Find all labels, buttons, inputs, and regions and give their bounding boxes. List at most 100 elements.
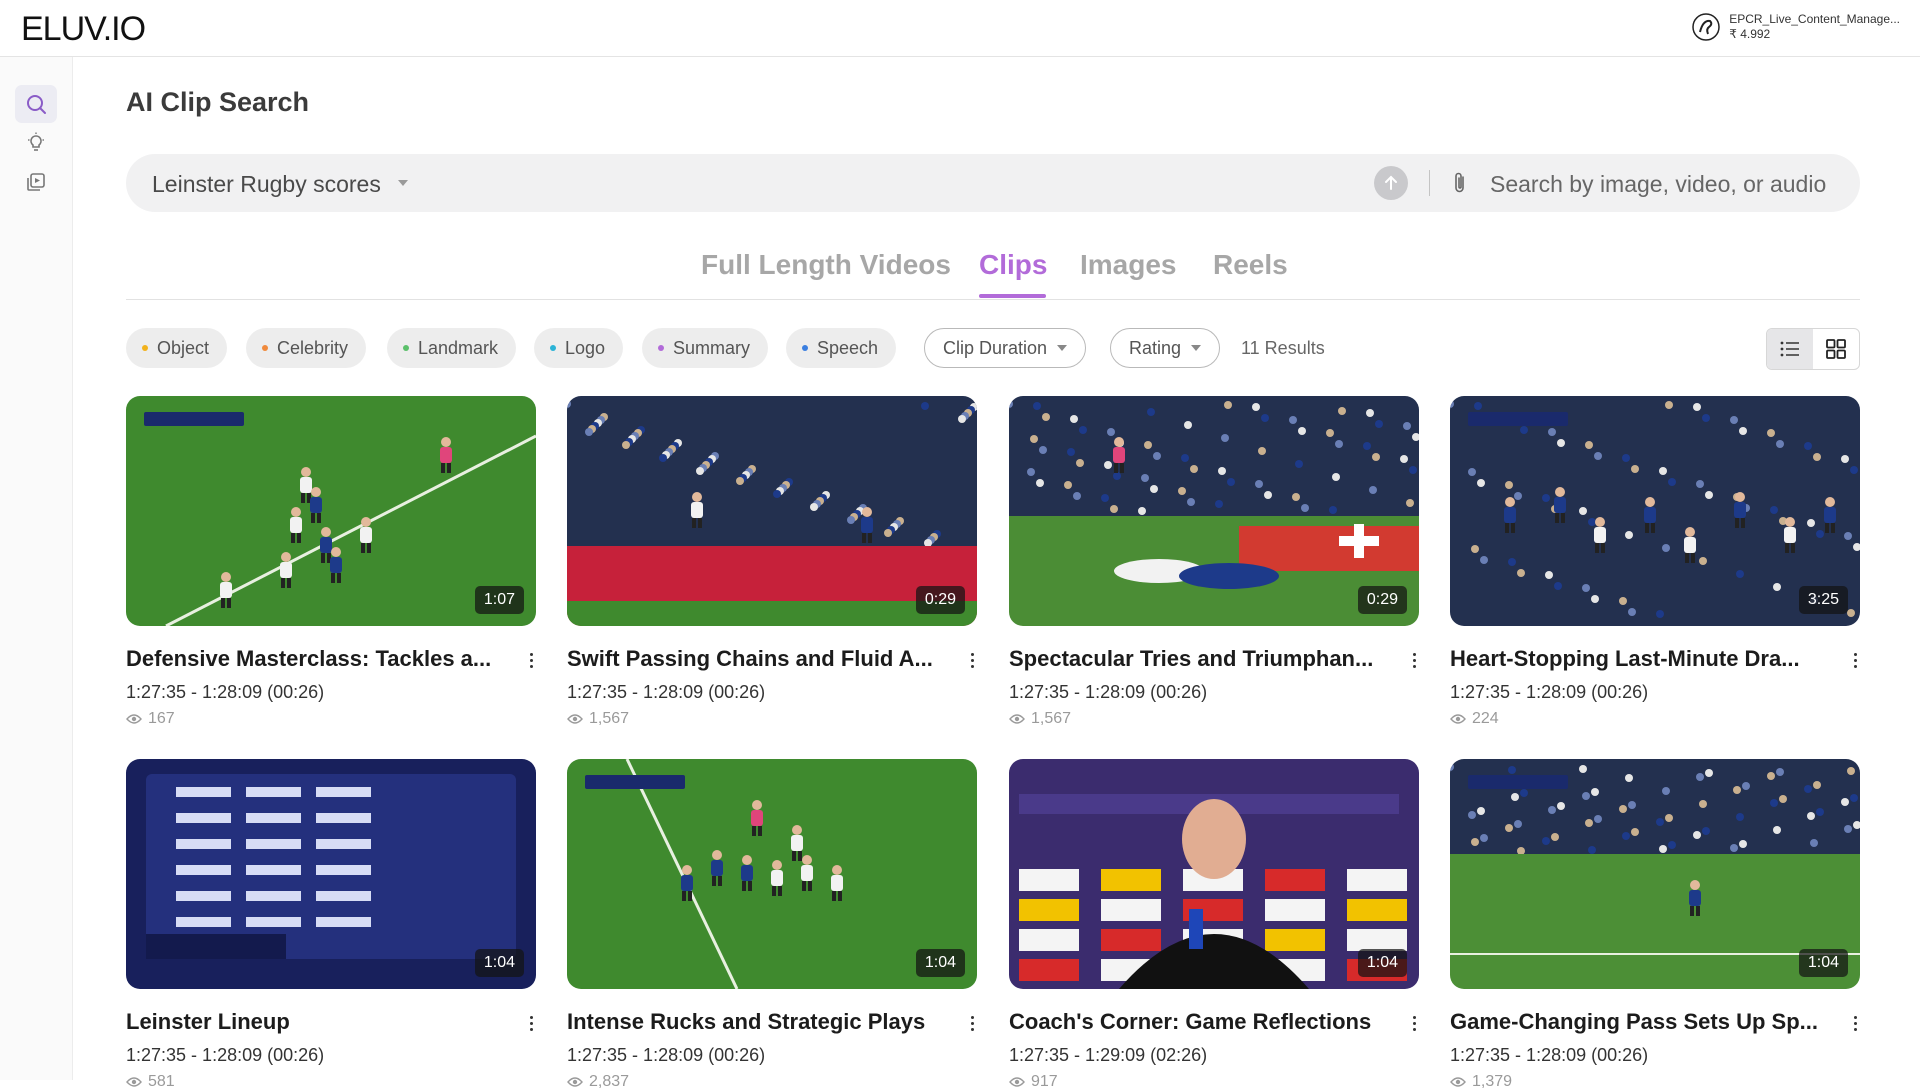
account-name: EPCR_Live_Content_Manage... <box>1729 12 1900 26</box>
clip-title[interactable]: Game-Changing Pass Sets Up Sp... <box>1450 1009 1830 1035</box>
chip-dot <box>403 345 409 351</box>
filter-chip-speech[interactable]: Speech <box>786 328 897 368</box>
more-options-button[interactable] <box>1845 648 1865 672</box>
chip-label: Landmark <box>418 337 499 358</box>
tab-reels[interactable]: Reels <box>1213 249 1288 281</box>
tab-images[interactable]: Images <box>1080 249 1177 281</box>
chip-label: Logo <box>565 337 606 358</box>
sidebar <box>0 57 73 1080</box>
more-options-button[interactable] <box>962 1011 982 1035</box>
dropdown-label: Rating <box>1129 337 1182 358</box>
clip-thumbnail[interactable]: 1:04 <box>567 759 977 989</box>
view-count: 581 <box>126 1073 175 1091</box>
clip-title[interactable]: Coach's Corner: Game Reflections <box>1009 1009 1389 1035</box>
clip-thumbnail[interactable]: 0:29 <box>567 396 977 626</box>
account-balance: ₹ 4.992 <box>1729 27 1771 41</box>
clip-thumbnail[interactable]: 1:04 <box>1450 759 1860 989</box>
eluvio-logo[interactable]: ELUV.IO <box>21 10 146 49</box>
chip-dot <box>802 345 808 351</box>
clip-title[interactable]: Leinster Lineup <box>126 1009 506 1035</box>
account-menu[interactable]: EPCR_Live_Content_Manage... ₹ 4.992 <box>1691 12 1900 42</box>
arrow-up-icon <box>1385 175 1397 190</box>
list-icon <box>1780 341 1799 357</box>
clip-thumbnail[interactable]: 1:04 <box>126 759 536 989</box>
filter-chip-object[interactable]: Object <box>126 328 228 368</box>
chip-label: Object <box>157 337 210 358</box>
view-count-value: 167 <box>148 710 175 727</box>
search-icon <box>27 95 46 114</box>
chevron-down-icon <box>1191 345 1202 351</box>
tab-full-length-videos[interactable]: Full Length Videos <box>701 249 951 281</box>
chip-dot <box>142 345 148 351</box>
eye-icon <box>1450 714 1466 724</box>
duration-badge: 0:29 <box>915 586 965 614</box>
filter-chip-logo[interactable]: Logo <box>534 328 624 368</box>
search-history-dropdown-icon[interactable] <box>398 180 408 186</box>
duration-badge: 1:04 <box>474 949 524 977</box>
clip-thumbnail[interactable]: 3:25 <box>1450 396 1860 626</box>
search-bar[interactable]: Leinster Rugby scores Search by image, v… <box>126 154 1860 212</box>
chip-label: Summary <box>673 337 751 358</box>
eye-icon <box>126 714 142 724</box>
filter-chip-landmark[interactable]: Landmark <box>387 328 517 368</box>
chip-label: Speech <box>817 337 879 358</box>
sidebar-ideas-button[interactable] <box>15 124 57 162</box>
grid-icon <box>1826 339 1846 359</box>
paperclip-icon[interactable] <box>1450 170 1470 196</box>
clip-timecode: 1:27:35 - 1:28:09 (00:26) <box>1450 1045 1649 1065</box>
result-tabs: Full Length Videos Clips Images Reels <box>126 237 1860 300</box>
rating-dropdown[interactable]: Rating <box>1110 328 1221 368</box>
chevron-down-icon <box>1057 345 1068 351</box>
view-count-value: 581 <box>148 1073 175 1090</box>
duration-badge: 1:04 <box>1798 949 1848 977</box>
active-tab-indicator <box>979 294 1046 298</box>
filter-chip-summary[interactable]: Summary <box>642 328 769 368</box>
clip-duration-dropdown[interactable]: Clip Duration <box>924 328 1087 368</box>
eye-icon <box>567 714 583 724</box>
more-options-button[interactable] <box>1404 648 1424 672</box>
clip-thumbnail[interactable]: 0:29 <box>1009 396 1419 626</box>
tab-clips[interactable]: Clips <box>979 249 1047 281</box>
clip-title[interactable]: Heart-Stopping Last-Minute Dra... <box>1450 646 1830 672</box>
clip-timecode: 1:27:35 - 1:28:09 (00:26) <box>126 682 325 702</box>
media-search-placeholder[interactable]: Search by image, video, or audio <box>1490 171 1826 198</box>
clip-timecode: 1:27:35 - 1:28:09 (00:26) <box>1450 682 1649 702</box>
eye-icon <box>1009 1077 1025 1087</box>
sidebar-library-button[interactable] <box>15 163 57 201</box>
more-options-button[interactable] <box>521 648 541 672</box>
list-view-button[interactable] <box>1767 329 1813 369</box>
filter-chip-celebrity[interactable]: Celebrity <box>246 328 367 368</box>
eye-icon <box>126 1077 142 1087</box>
clip-timecode: 1:27:35 - 1:29:09 (02:26) <box>1009 1045 1208 1065</box>
sidebar-search-button[interactable] <box>15 85 57 123</box>
duration-badge: 1:04 <box>915 949 965 977</box>
chip-dot <box>550 345 556 351</box>
duration-badge: 1:04 <box>1357 949 1407 977</box>
clip-thumbnail[interactable]: 1:04 <box>1009 759 1419 989</box>
view-count-value: 917 <box>1031 1073 1058 1090</box>
view-count-value: 2,837 <box>589 1073 630 1090</box>
more-options-button[interactable] <box>1845 1011 1865 1035</box>
more-options-button[interactable] <box>521 1011 541 1035</box>
duration-badge: 3:25 <box>1798 586 1848 614</box>
clip-title[interactable]: Spectacular Tries and Triumphan... <box>1009 646 1389 672</box>
top-bar: ELUV.IO EPCR_Live_Content_Manage... ₹ 4.… <box>0 0 1920 57</box>
duration-badge: 1:07 <box>474 586 524 614</box>
more-options-button[interactable] <box>1404 1011 1424 1035</box>
clip-title[interactable]: Swift Passing Chains and Fluid A... <box>567 646 947 672</box>
clip-timecode: 1:27:35 - 1:28:09 (00:26) <box>567 1045 766 1065</box>
eye-icon <box>1450 1077 1466 1087</box>
grid-view-button[interactable] <box>1813 329 1859 369</box>
submit-search-button[interactable] <box>1374 166 1408 200</box>
page-title: AI Clip Search <box>126 87 310 117</box>
clip-timecode: 1:27:35 - 1:28:09 (00:26) <box>126 1045 325 1065</box>
search-input[interactable]: Leinster Rugby scores <box>152 171 381 198</box>
view-count: 167 <box>126 710 175 728</box>
clip-thumbnail[interactable]: 1:07 <box>126 396 536 626</box>
clip-title[interactable]: Intense Rucks and Strategic Plays <box>567 1009 947 1035</box>
media-library-icon <box>27 173 45 191</box>
clip-title[interactable]: Defensive Masterclass: Tackles a... <box>126 646 506 672</box>
dropdown-label: Clip Duration <box>943 337 1048 358</box>
clip-timecode: 1:27:35 - 1:28:09 (00:26) <box>1009 682 1208 702</box>
more-options-button[interactable] <box>962 648 982 672</box>
